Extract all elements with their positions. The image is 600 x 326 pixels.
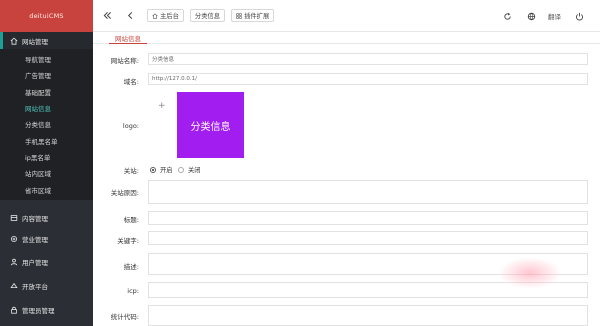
logo-preview[interactable]: 分类信息 <box>177 92 244 158</box>
globe-icon[interactable] <box>527 12 536 21</box>
sidebar-group-site[interactable]: 网站管理 <box>0 32 93 49</box>
close-reason-textarea[interactable] <box>148 180 588 204</box>
sidebar-group-admins[interactable]: 管理员管理 <box>0 298 93 322</box>
sidebar-group-label: 用户管理 <box>22 259 48 267</box>
watermark-logo <box>500 258 560 288</box>
sidebar-group-label: 营业管理 <box>22 236 48 244</box>
sidebar-group-label: 网站管理 <box>22 37 48 46</box>
icp-label: icp: <box>127 287 139 295</box>
home-tab-label: 主后台 <box>160 13 179 20</box>
logo-text: 分类信息 <box>190 121 231 133</box>
grid-icon <box>236 12 242 19</box>
site-name-label: 网站名称: <box>110 57 139 65</box>
gear-icon <box>9 235 18 244</box>
site-name-input[interactable]: 分类信息 <box>148 53 588 65</box>
sidebar-item-basic-config[interactable]: 基础配置 <box>0 84 93 100</box>
description-label: 描述: <box>123 263 139 271</box>
title-label: 标题: <box>123 216 139 224</box>
sidebar-other-groups: 内容管理 营业管理 用户管理 开放平台 管理员管理 <box>0 208 93 322</box>
sidebar-item-province-area[interactable]: 省市区域 <box>0 181 93 197</box>
domain-input[interactable]: http://127.0.0.1/ <box>148 73 588 85</box>
close-site-label: 关站: <box>123 167 139 175</box>
keywords-input[interactable] <box>148 231 588 245</box>
sidebar-item-site-info[interactable]: 网站信息 <box>0 100 93 116</box>
sidebar-item-ads[interactable]: 广告管理 <box>0 67 93 83</box>
sidebar-item-site-area[interactable]: 站内区域 <box>0 165 93 181</box>
tab-bar: 网站信息 <box>93 32 600 44</box>
sidebar-group-users[interactable]: 用户管理 <box>0 250 93 274</box>
domain-label: 域名: <box>123 78 139 86</box>
close-reason-label: 关站原因: <box>110 189 139 197</box>
top-bar: 主后台 分类信息 插件扩展 翻译 <box>93 0 600 32</box>
category-tab-label: 分类信息 <box>194 13 221 20</box>
radio-close[interactable]: 关闭 <box>178 165 201 174</box>
sidebar-item-phone-blacklist[interactable]: 手机黑名单 <box>0 132 93 148</box>
refresh-icon[interactable] <box>503 12 512 21</box>
radio-close-dot <box>178 166 184 173</box>
upload-plus-icon[interactable]: + <box>158 101 166 111</box>
sidebar-group-business[interactable]: 营业管理 <box>0 228 93 250</box>
sidebar-group-label: 管理员管理 <box>22 307 55 315</box>
category-tab-button[interactable]: 分类信息 <box>189 9 226 22</box>
sidebar-group-open-platform[interactable]: 开放平台 <box>0 274 93 298</box>
sidebar-group-label: 内容管理 <box>22 215 48 223</box>
plugins-tab-label: 插件扩展 <box>244 13 270 20</box>
sidebar-item-category[interactable]: 分类信息 <box>0 116 93 132</box>
plugins-tab-button[interactable]: 插件扩展 <box>231 9 275 22</box>
title-input[interactable] <box>148 211 588 225</box>
sidebar-group-content[interactable]: 内容管理 <box>0 208 93 228</box>
sidebar-item-nav[interactable]: 导航管理 <box>0 51 93 67</box>
home-tab-button[interactable]: 主后台 <box>147 9 184 22</box>
radio-open-label: 开启 <box>160 167 173 174</box>
collapse-sidebar-icon[interactable] <box>103 11 112 20</box>
content-icon <box>9 214 18 223</box>
back-icon[interactable] <box>126 11 135 20</box>
radio-close-label: 关闭 <box>188 167 201 174</box>
sidebar-submenu: 导航管理 广告管理 基础配置 网站信息 分类信息 手机黑名单 ip黑名单 站内区… <box>0 49 93 200</box>
home-icon <box>9 36 18 45</box>
brand-logo: deituiCMS <box>0 0 93 32</box>
stats-code-label: 统计代码: <box>110 313 139 321</box>
radio-open-dot <box>150 166 156 173</box>
radio-open[interactable]: 开启 <box>150 165 173 174</box>
lock-icon <box>9 306 18 315</box>
tab-site-info[interactable]: 网站信息 <box>109 32 147 44</box>
stats-code-textarea[interactable] <box>148 305 588 326</box>
power-icon[interactable] <box>575 12 584 21</box>
top-right-tools: 翻译 <box>503 0 600 32</box>
sidebar: deituiCMS 网站管理 导航管理 广告管理 基础配置 网站信息 分类信息 … <box>0 0 93 326</box>
logo-label: logo: <box>122 122 139 130</box>
translate-button[interactable]: 翻译 <box>548 11 561 21</box>
sidebar-group-label: 开放平台 <box>22 283 48 291</box>
user-icon <box>9 258 18 267</box>
sidebar-item-ip-blacklist[interactable]: ip黑名单 <box>0 149 93 165</box>
home-icon <box>152 13 158 19</box>
platform-icon <box>9 282 18 291</box>
keywords-label: 关键字: <box>117 237 139 245</box>
